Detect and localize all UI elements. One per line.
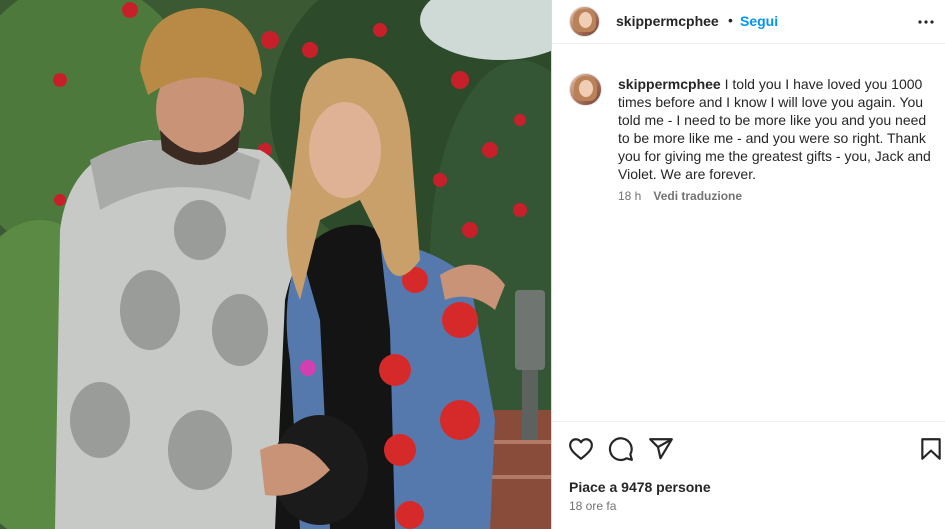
author-avatar[interactable] xyxy=(569,6,600,37)
post-side-panel: skippermcphee • Segui skippermcphee I to… xyxy=(551,0,945,529)
see-translation-button[interactable]: Vedi traduzione xyxy=(653,189,742,203)
caption-username[interactable]: skippermcphee xyxy=(618,76,721,92)
likes-count[interactable]: Piace a 9478 persone xyxy=(569,479,711,495)
post-photo-illustration xyxy=(0,0,551,529)
post-timestamp[interactable]: 18 ore fa xyxy=(569,499,616,513)
avatar-face xyxy=(579,79,594,97)
separator-dot: • xyxy=(728,12,733,28)
caption-text-block: skippermcphee I told you I have loved yo… xyxy=(618,75,940,183)
caption-meta: 18 h Vedi traduzione xyxy=(618,189,742,203)
avatar-face xyxy=(578,12,592,29)
follow-button[interactable]: Segui xyxy=(740,13,778,29)
comment-icon[interactable] xyxy=(608,436,634,462)
author-username[interactable]: skippermcphee xyxy=(616,13,719,29)
caption-age[interactable]: 18 h xyxy=(618,189,641,203)
more-options-icon[interactable] xyxy=(914,10,938,34)
share-icon[interactable] xyxy=(648,436,674,462)
post-photo[interactable] xyxy=(0,0,551,529)
post-header: skippermcphee • Segui xyxy=(552,0,945,44)
heart-icon[interactable] xyxy=(568,436,594,462)
caption-avatar[interactable] xyxy=(569,73,602,106)
bookmark-icon[interactable] xyxy=(918,436,944,462)
post-actions: Piace a 9478 persone 18 ore fa xyxy=(552,421,945,529)
